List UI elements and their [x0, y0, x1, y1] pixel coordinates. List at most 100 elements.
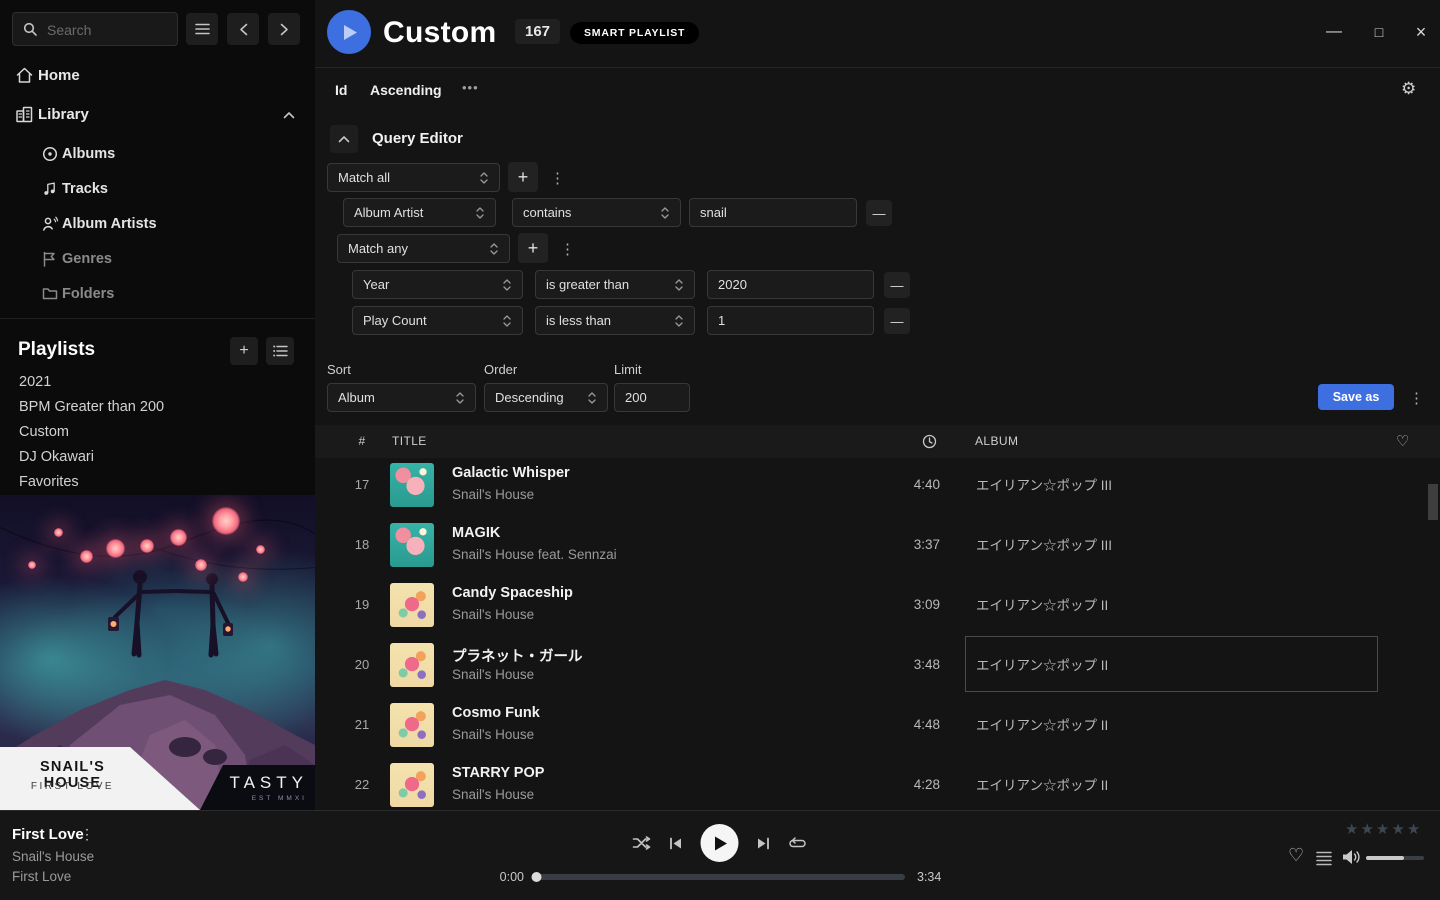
track-row[interactable]: 20 プラネット・ガール Snail's House 3:48 エイリアン☆ポッ… — [315, 635, 1440, 695]
rule-field-select[interactable]: Year — [352, 270, 523, 299]
track-album-art[interactable] — [390, 523, 434, 567]
rule-operator-select[interactable]: is greater than — [535, 270, 695, 299]
remove-rule-button[interactable]: — — [884, 272, 910, 298]
previous-track-icon[interactable] — [669, 837, 683, 850]
playlist-item[interactable]: Custom — [19, 421, 69, 443]
queue-icon[interactable] — [1316, 851, 1332, 866]
star-icon[interactable]: ★ — [1360, 821, 1375, 838]
search-input[interactable] — [45, 13, 175, 47]
group-options-button[interactable]: ⋮ — [550, 169, 565, 187]
seek-bar-thumb[interactable] — [532, 872, 542, 882]
rule-field-select[interactable]: Album Artist — [343, 198, 496, 227]
track-album-art[interactable] — [390, 463, 434, 507]
smart-playlist-badge: SMART PLAYLIST — [570, 22, 699, 44]
track-album[interactable]: エイリアン☆ポップ III — [965, 456, 1378, 512]
seek-bar[interactable] — [535, 874, 905, 880]
track-album-art[interactable] — [390, 763, 434, 807]
now-playing-album-art[interactable]: SNAIL'S HOUSE FIRST LOVE TASTY EST MMXI — [0, 495, 315, 810]
lantern-glow — [170, 529, 187, 546]
sort-select[interactable]: Album — [327, 383, 476, 412]
track-album[interactable]: エイリアン☆ポップ II — [965, 756, 1378, 812]
sidebar-item-library[interactable]: Library — [0, 100, 315, 130]
add-rule-button[interactable]: + — [518, 233, 548, 263]
track-album[interactable]: エイリアン☆ポップ II — [965, 696, 1378, 752]
window-maximize-button[interactable]: □ — [1367, 20, 1391, 44]
track-row[interactable]: 19 Candy Spaceship Snail's House 3:09 エイ… — [315, 575, 1440, 635]
repeat-icon[interactable] — [789, 836, 808, 851]
group-options-button[interactable]: ⋮ — [560, 240, 575, 258]
window-close-button[interactable]: × — [1409, 20, 1433, 44]
star-icon[interactable]: ★ — [1376, 821, 1391, 838]
track-row[interactable]: 21 Cosmo Funk Snail's House 4:48 エイリアン☆ポ… — [315, 695, 1440, 755]
playlist-item[interactable]: DJ Okawari — [19, 446, 94, 468]
query-editor-collapse-button[interactable] — [330, 125, 358, 153]
favorite-heart-icon[interactable]: ♡ — [1288, 845, 1304, 866]
playlist-item[interactable]: BPM Greater than 200 — [19, 396, 164, 418]
rule-value-input[interactable] — [689, 198, 857, 227]
play-pause-button[interactable] — [701, 824, 739, 862]
track-album-art[interactable] — [390, 703, 434, 747]
column-number[interactable]: # — [350, 425, 374, 458]
plus-icon: + — [528, 238, 539, 259]
sidebar-item-album-artists[interactable]: Album Artists — [0, 210, 315, 238]
shuffle-icon[interactable] — [633, 836, 651, 850]
elapsed-time: 0:00 — [480, 870, 524, 884]
add-rule-button[interactable]: + — [508, 162, 538, 192]
sidebar-item-genres[interactable]: Genres — [0, 245, 315, 273]
rule-operator-select[interactable]: contains — [512, 198, 681, 227]
rule-field-select[interactable]: Play Count — [352, 306, 523, 335]
sort-direction-control[interactable]: Ascending — [370, 82, 442, 98]
track-album[interactable]: エイリアン☆ポップ II — [965, 636, 1378, 692]
chevron-up-icon[interactable] — [283, 111, 295, 119]
track-album[interactable]: エイリアン☆ポップ III — [965, 516, 1378, 572]
remove-rule-button[interactable]: — — [866, 200, 892, 226]
order-select[interactable]: Descending — [484, 383, 608, 412]
column-album[interactable]: ALBUM — [975, 425, 1018, 458]
star-icon[interactable]: ★ — [1407, 821, 1422, 838]
star-icon[interactable]: ★ — [1345, 821, 1360, 838]
scrollbar-thumb[interactable] — [1428, 484, 1438, 520]
forward-button[interactable] — [268, 13, 300, 45]
query-options-button[interactable]: ⋮ — [1409, 389, 1424, 407]
track-row[interactable]: 22 STARRY POP Snail's House 4:28 エイリアン☆ポ… — [315, 755, 1440, 815]
rule-value-input[interactable] — [707, 270, 874, 299]
sidebar-item-tracks[interactable]: Tracks — [0, 175, 315, 203]
rule-operator-select[interactable]: is less than — [535, 306, 695, 335]
add-playlist-button[interactable]: + — [230, 337, 258, 365]
volume-slider[interactable] — [1366, 856, 1424, 860]
sidebar-item-home[interactable]: Home — [0, 61, 315, 91]
playlist-item[interactable]: Favorites — [19, 471, 79, 493]
rule-value-input[interactable] — [707, 306, 874, 335]
rating-stars[interactable]: ★★★★★ — [1345, 820, 1422, 838]
search-box[interactable] — [12, 12, 178, 46]
duration-clock-icon[interactable] — [922, 434, 937, 449]
playlist-list-button[interactable] — [266, 337, 294, 365]
playlist-item[interactable]: 2021 — [19, 371, 51, 393]
next-track-icon[interactable] — [757, 837, 771, 850]
remove-rule-button[interactable]: — — [884, 308, 910, 334]
sidebar-item-albums[interactable]: Albums — [0, 140, 315, 168]
back-button[interactable] — [227, 13, 259, 45]
save-as-button[interactable]: Save as — [1318, 384, 1394, 410]
match-type-select[interactable]: Match any — [337, 234, 510, 263]
menu-button[interactable] — [186, 13, 218, 45]
more-options-button[interactable]: ••• — [462, 80, 479, 95]
track-row[interactable]: 17 Galactic Whisper Snail's House 4:40 エ… — [315, 455, 1440, 515]
column-title[interactable]: TITLE — [392, 425, 427, 458]
sidebar-item-folders[interactable]: Folders — [0, 280, 315, 308]
track-album[interactable]: エイリアン☆ポップ II — [965, 576, 1378, 632]
track-row[interactable]: 18 MAGIK Snail's House feat. Sennzai 3:3… — [315, 515, 1440, 575]
match-type-select[interactable]: Match all — [327, 163, 500, 192]
play-playlist-button[interactable] — [327, 10, 371, 54]
sort-field-control[interactable]: Id — [335, 82, 347, 98]
track-album-art[interactable] — [390, 583, 434, 627]
window-minimize-button[interactable]: — — [1322, 20, 1346, 44]
limit-input[interactable] — [614, 383, 690, 412]
star-icon[interactable]: ★ — [1391, 821, 1406, 838]
volume-icon[interactable] — [1342, 849, 1362, 865]
now-playing-options-button[interactable]: ⋮ — [80, 826, 94, 843]
track-album-art[interactable] — [390, 643, 434, 687]
column-favorite-heart-icon[interactable]: ♡ — [1396, 425, 1410, 458]
sidebar-item-label: Folders — [62, 280, 114, 308]
gear-icon[interactable]: ⚙ — [1401, 79, 1416, 99]
